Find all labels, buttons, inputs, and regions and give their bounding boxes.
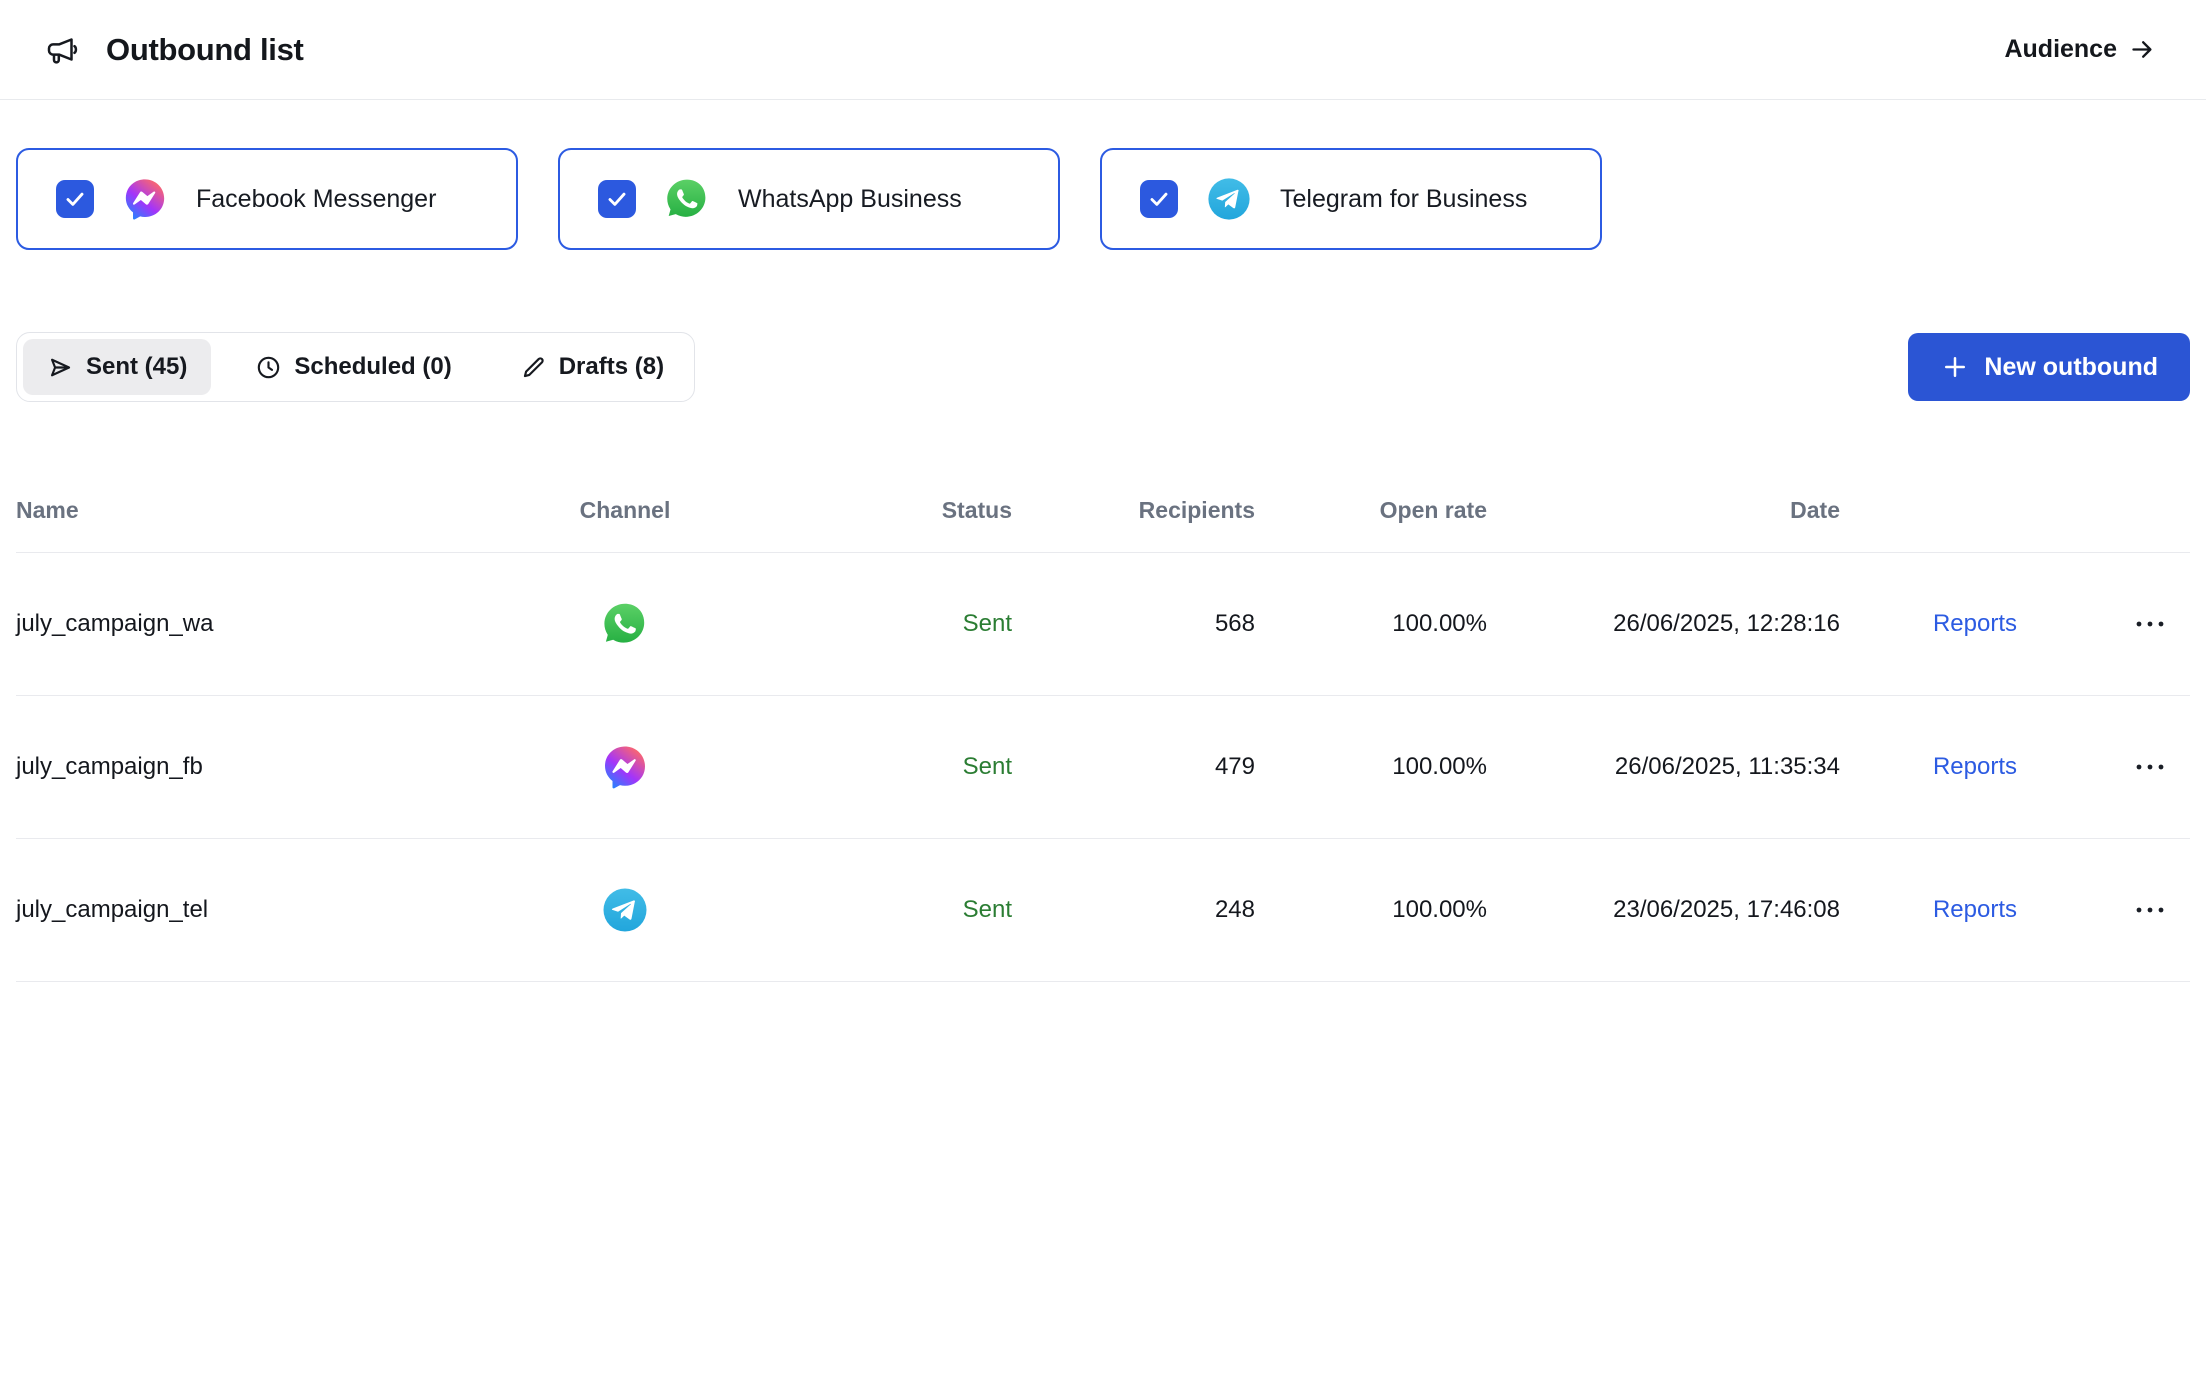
outbound-table: Name Channel Status Recipients Open rate…: [0, 468, 2206, 982]
row-actions-menu-button[interactable]: [2123, 752, 2177, 782]
table-row: july_campaign_tel Sent 248 100.00% 23/06…: [16, 839, 2190, 982]
column-header-name: Name: [16, 497, 540, 524]
row-actions-menu-button[interactable]: [2123, 895, 2177, 925]
status-badge: Sent: [710, 896, 1012, 924]
status-badge: Sent: [710, 610, 1012, 638]
messenger-icon: [601, 743, 649, 791]
table-header-row: Name Channel Status Recipients Open rate…: [16, 468, 2190, 553]
column-header-status: Status: [710, 497, 1012, 524]
new-outbound-button[interactable]: New outbound: [1908, 333, 2190, 401]
table-row: july_campaign_wa Sent 568 100.00% 26/06/…: [16, 553, 2190, 696]
toolbar: Sent (45) Scheduled (0) Drafts (8) New o…: [16, 332, 2190, 402]
tab-drafts-8[interactable]: Drafts (8): [496, 339, 688, 395]
top-bar: Outbound list Audience: [0, 0, 2206, 100]
telegram-icon: [1206, 176, 1252, 222]
column-header-date: Date: [1487, 497, 1840, 524]
check-icon: [1146, 186, 1172, 212]
sent-date: 26/06/2025, 12:28:16: [1487, 610, 1840, 638]
open-rate-value: 100.00%: [1255, 610, 1487, 638]
tab-bar: Sent (45) Scheduled (0) Drafts (8): [16, 332, 695, 402]
campaign-name: july_campaign_wa: [16, 610, 540, 638]
dots-icon: [2133, 762, 2167, 772]
channel-filters: Facebook Messenger WhatsApp Business Tel…: [16, 148, 2190, 250]
dots-icon: [2133, 905, 2167, 915]
dots-icon: [2133, 619, 2167, 629]
channel-filter-card[interactable]: WhatsApp Business: [558, 148, 1060, 250]
whatsapp-icon: [664, 176, 710, 222]
tab-scheduled-0[interactable]: Scheduled (0): [231, 339, 475, 395]
column-header-channel: Channel: [540, 497, 710, 524]
recipients-count: 568: [1012, 610, 1255, 638]
campaign-name: july_campaign_fb: [16, 753, 540, 781]
send-icon: [47, 354, 74, 381]
clock-icon: [255, 354, 282, 381]
reports-link[interactable]: Reports: [1933, 610, 2017, 638]
channel-label: Facebook Messenger: [196, 185, 436, 214]
channel-checkbox[interactable]: [598, 180, 636, 218]
pencil-icon: [520, 354, 547, 381]
open-rate-value: 100.00%: [1255, 753, 1487, 781]
check-icon: [62, 186, 88, 212]
tab-sent-45[interactable]: Sent (45): [23, 339, 211, 395]
sent-date: 26/06/2025, 11:35:34: [1487, 753, 1840, 781]
channel-filter-card[interactable]: Telegram for Business: [1100, 148, 1602, 250]
check-icon: [604, 186, 630, 212]
status-badge: Sent: [710, 753, 1012, 781]
telegram-icon: [601, 886, 649, 934]
reports-link[interactable]: Reports: [1933, 896, 2017, 924]
channel-label: Telegram for Business: [1280, 185, 1527, 214]
channel-checkbox[interactable]: [56, 180, 94, 218]
row-actions-menu-button[interactable]: [2123, 609, 2177, 639]
reports-link[interactable]: Reports: [1933, 753, 2017, 781]
table-body: july_campaign_wa Sent 568 100.00% 26/06/…: [16, 553, 2190, 982]
megaphone-icon: [44, 32, 80, 68]
whatsapp-icon: [601, 600, 649, 648]
open-rate-value: 100.00%: [1255, 896, 1487, 924]
channel-label: WhatsApp Business: [738, 185, 962, 214]
channel-filter-card[interactable]: Facebook Messenger: [16, 148, 518, 250]
channel-checkbox[interactable]: [1140, 180, 1178, 218]
page-title: Outbound list: [106, 32, 304, 68]
plus-icon: [1940, 352, 1970, 382]
new-outbound-label: New outbound: [1984, 353, 2158, 382]
recipients-count: 248: [1012, 896, 1255, 924]
table-row: july_campaign_fb Sent 479 100.00% 26/06/…: [16, 696, 2190, 839]
arrow-right-icon: [2129, 36, 2156, 63]
messenger-icon: [122, 176, 168, 222]
sent-date: 23/06/2025, 17:46:08: [1487, 896, 1840, 924]
audience-link[interactable]: Audience: [2004, 35, 2156, 64]
audience-label: Audience: [2004, 35, 2117, 64]
campaign-name: july_campaign_tel: [16, 896, 540, 924]
column-header-recipients: Recipients: [1012, 497, 1255, 524]
recipients-count: 479: [1012, 753, 1255, 781]
column-header-open-rate: Open rate: [1255, 497, 1487, 524]
